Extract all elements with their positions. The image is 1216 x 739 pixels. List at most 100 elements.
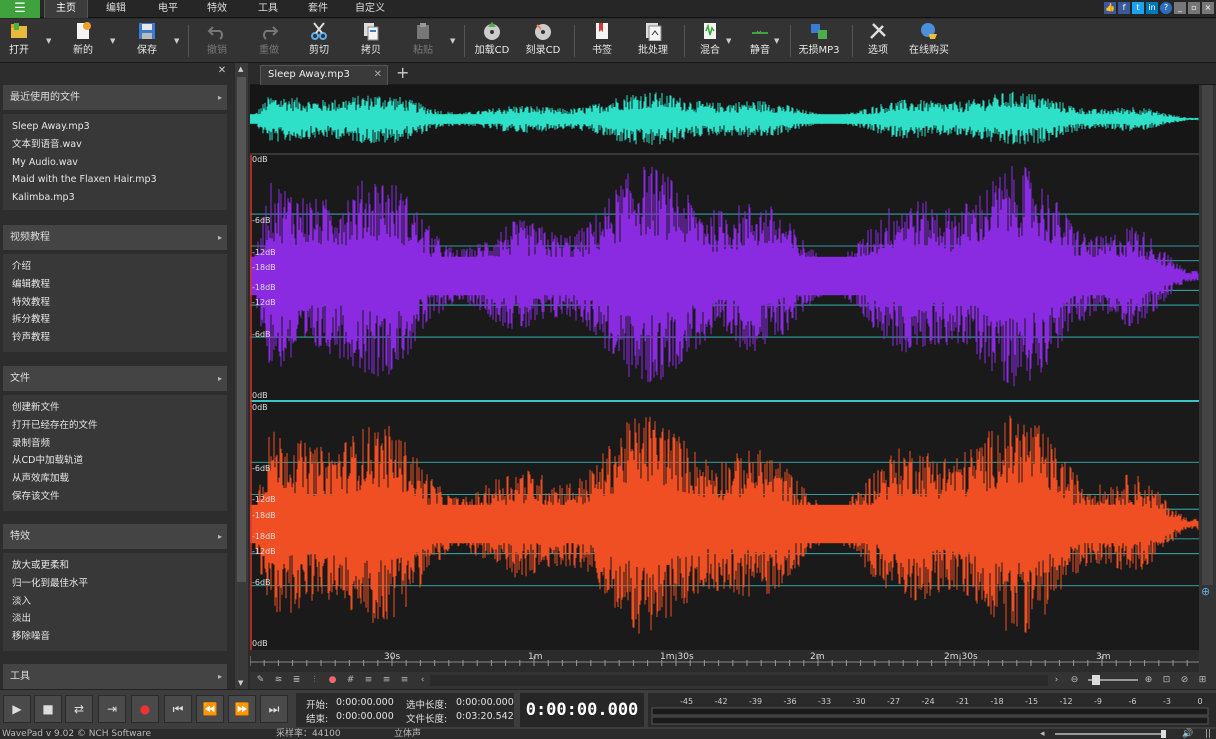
zoom-slider[interactable] (1088, 675, 1138, 685)
scrollbar-thumb[interactable] (1202, 85, 1213, 585)
sample-rate-text[interactable]: 采样率：44100 (276, 729, 341, 739)
lossless-mp3-button[interactable]: 无损MP3 (798, 21, 840, 61)
list-item[interactable]: 移除噪音 (3, 628, 227, 646)
open-dropdown-icon[interactable]: ▼ (46, 37, 51, 45)
twitter-icon[interactable]: t (1132, 2, 1144, 14)
scroll-left-icon[interactable]: ‹ (416, 674, 429, 687)
save-button[interactable]: 保存 (132, 21, 162, 61)
linkedin-icon[interactable]: in (1146, 2, 1158, 14)
facebook-icon[interactable]: f (1118, 2, 1130, 14)
zoom-selection-icon[interactable]: ⊡ (1160, 674, 1173, 687)
add-tab-icon[interactable]: + (396, 63, 409, 83)
list-item[interactable]: 编辑教程 (3, 276, 227, 294)
scroll-down-icon[interactable]: ▼ (238, 679, 243, 687)
split-view-icon[interactable]: ⫶ (308, 674, 321, 687)
waveform-view[interactable]: 0dB -6dB -12dB -18dB -18dB -12dB -6dB 0d… (250, 85, 1199, 650)
zoom-full-icon[interactable]: ⊞ (1196, 674, 1209, 687)
align-left-icon[interactable]: ≡ (362, 674, 375, 687)
tab-sleep-away[interactable]: Sleep Away.mp3 ✕ (260, 65, 388, 85)
paste-dropdown-icon[interactable]: ▼ (450, 37, 455, 45)
channel-mode-text[interactable]: 立体声 (394, 729, 421, 739)
list-item[interactable]: 淡出 (3, 610, 227, 628)
play-cursor-button[interactable]: ⇥ (98, 695, 126, 723)
copy-button[interactable]: 拷贝 (354, 21, 388, 61)
list-item[interactable]: 特效教程 (3, 294, 227, 312)
menu-suite[interactable]: 套件 (298, 0, 338, 18)
skip-start-button[interactable]: ⏮ (164, 695, 192, 723)
hamburger-menu-icon[interactable]: ☰ (0, 0, 40, 18)
minimize-icon[interactable]: _ (1174, 2, 1186, 14)
list-item[interactable]: 文本到语音.wav (3, 136, 227, 154)
menu-edit[interactable]: 编辑 (96, 0, 136, 18)
close-icon[interactable]: × (1202, 2, 1214, 14)
list-item[interactable]: 铃声教程 (3, 329, 227, 347)
zoom-slider-thumb[interactable] (1092, 675, 1100, 685)
zoom-out-icon[interactable]: ⊖ (1068, 674, 1081, 687)
section-effects[interactable]: 特效 ▸ (3, 524, 227, 549)
menu-levels[interactable]: 电平 (148, 0, 188, 18)
list-item[interactable]: 从声效库加载 (3, 470, 227, 488)
options-button[interactable]: 选项 (864, 21, 892, 61)
batch-button[interactable]: 批处理 (636, 21, 670, 61)
menu-effects[interactable]: 特效 (197, 0, 237, 18)
play-button[interactable]: ▶ (3, 695, 31, 723)
list-item[interactable]: Maid with the Flaxen Hair.mp3 (3, 171, 227, 189)
list-item[interactable]: 介绍 (3, 258, 227, 276)
scrollbar-thumb[interactable] (237, 77, 246, 582)
scroll-right-icon[interactable]: › (1050, 674, 1063, 687)
mix-button[interactable]: 混合 (696, 21, 724, 61)
section-tools[interactable]: 工具 ▸ (3, 664, 227, 689)
help-icon[interactable]: ? (1160, 2, 1172, 14)
horizontal-scrollbar[interactable] (430, 675, 1048, 686)
list-item[interactable]: 录制音频 (3, 435, 227, 453)
silence-dropdown-icon[interactable]: ▼ (774, 37, 779, 45)
open-button[interactable]: 打开 (4, 21, 34, 61)
list-item[interactable]: 打开已经存在的文件 (3, 417, 227, 435)
volume-thumb[interactable] (1161, 730, 1166, 738)
record-button[interactable]: ● (131, 695, 159, 723)
list-item[interactable]: My Audio.wav (3, 154, 227, 172)
tab-close-icon[interactable]: ✕ (374, 66, 382, 84)
list-item[interactable]: 放大或更柔和 (3, 557, 227, 575)
align-center-icon[interactable]: ≡ (398, 674, 411, 687)
redo-button[interactable]: 重做 (252, 21, 286, 61)
burn-cd-button[interactable]: 刻录CD (524, 21, 562, 61)
menu-customize[interactable]: 自定义 (348, 0, 392, 18)
buy-online-button[interactable]: 在线购买 (906, 21, 952, 61)
silence-button[interactable]: 静音 (746, 21, 774, 61)
waveform-view-icon[interactable]: ≋ (272, 674, 285, 687)
fast-forward-button[interactable]: ⏩ (228, 695, 256, 723)
menu-home[interactable]: 主页 (44, 0, 88, 18)
color-view-icon[interactable]: ● (326, 674, 339, 687)
undo-button[interactable]: 撤销 (200, 21, 234, 61)
like-icon[interactable]: 👍 (1104, 2, 1116, 14)
pencil-icon[interactable]: ✎ (254, 674, 267, 687)
new-button[interactable]: 新的 (68, 21, 98, 61)
list-item[interactable]: 创建新文件 (3, 399, 227, 417)
sidebar-close-icon[interactable]: ✕ (217, 66, 227, 76)
list-item[interactable]: 从CD中加载轨道 (3, 452, 227, 470)
new-dropdown-icon[interactable]: ▼ (110, 37, 115, 45)
stop-button[interactable]: ■ (34, 695, 62, 723)
align-right-icon[interactable]: ≡ (380, 674, 393, 687)
rewind-button[interactable]: ⏪ (196, 695, 224, 723)
list-item[interactable]: Kalimba.mp3 (3, 189, 227, 207)
vertical-zoom-bar[interactable]: ⊕ (1199, 85, 1216, 689)
skip-end-button[interactable]: ⏭ (260, 695, 288, 723)
zoom-in-icon[interactable]: ⊕ (1142, 674, 1155, 687)
restore-icon[interactable]: ▫ (1188, 2, 1200, 14)
list-item[interactable]: 归一化到最佳水平 (3, 575, 227, 593)
mix-dropdown-icon[interactable]: ▼ (726, 37, 731, 45)
list-item[interactable]: 保存该文件 (3, 488, 227, 506)
list-item[interactable]: Sleep Away.mp3 (3, 118, 227, 136)
save-dropdown-icon[interactable]: ▼ (174, 37, 179, 45)
scroll-up-icon[interactable]: ▲ (238, 65, 243, 73)
load-cd-button[interactable]: 加载CD (474, 21, 510, 61)
pause-status-icon[interactable]: || (1205, 729, 1211, 739)
timeline-ruler[interactable]: 30s 1m 1m:30s 2m 2m:30s 3m (249, 650, 1199, 672)
list-item[interactable]: 拆分教程 (3, 311, 227, 329)
grid-icon[interactable]: # (344, 674, 357, 687)
spectrum-view-icon[interactable]: ≣ (290, 674, 303, 687)
section-file[interactable]: 文件 ▸ (3, 366, 227, 391)
list-item[interactable]: 淡入 (3, 593, 227, 611)
